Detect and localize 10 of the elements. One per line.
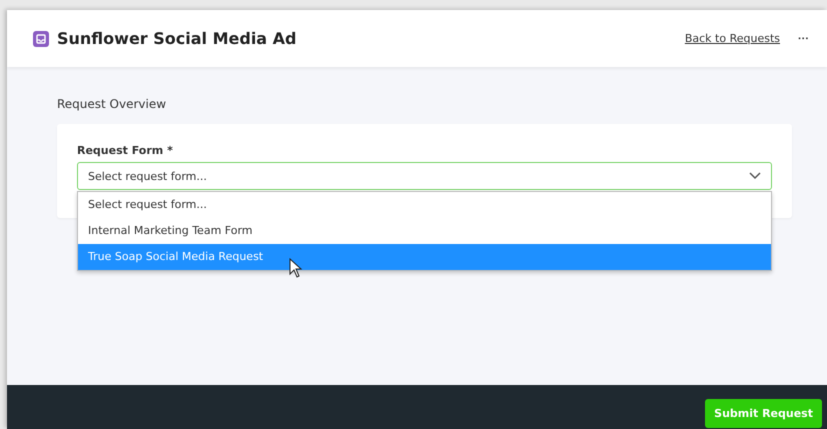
request-form-select[interactable]: Select request form... xyxy=(77,162,772,190)
more-button[interactable]: ··· xyxy=(798,32,809,44)
dropdown-option[interactable]: Select request form... xyxy=(78,192,771,218)
back-link[interactable]: Back to Requests xyxy=(684,32,780,45)
field-label: Request Form * xyxy=(77,144,174,157)
section-title: Request Overview xyxy=(57,97,168,111)
chevron-icon xyxy=(749,172,761,180)
inbox-icon xyxy=(33,30,49,46)
page-title: Sunflower Social Media Ad xyxy=(57,29,296,48)
dropdown-option[interactable]: Internal Marketing Team Form xyxy=(78,218,771,244)
